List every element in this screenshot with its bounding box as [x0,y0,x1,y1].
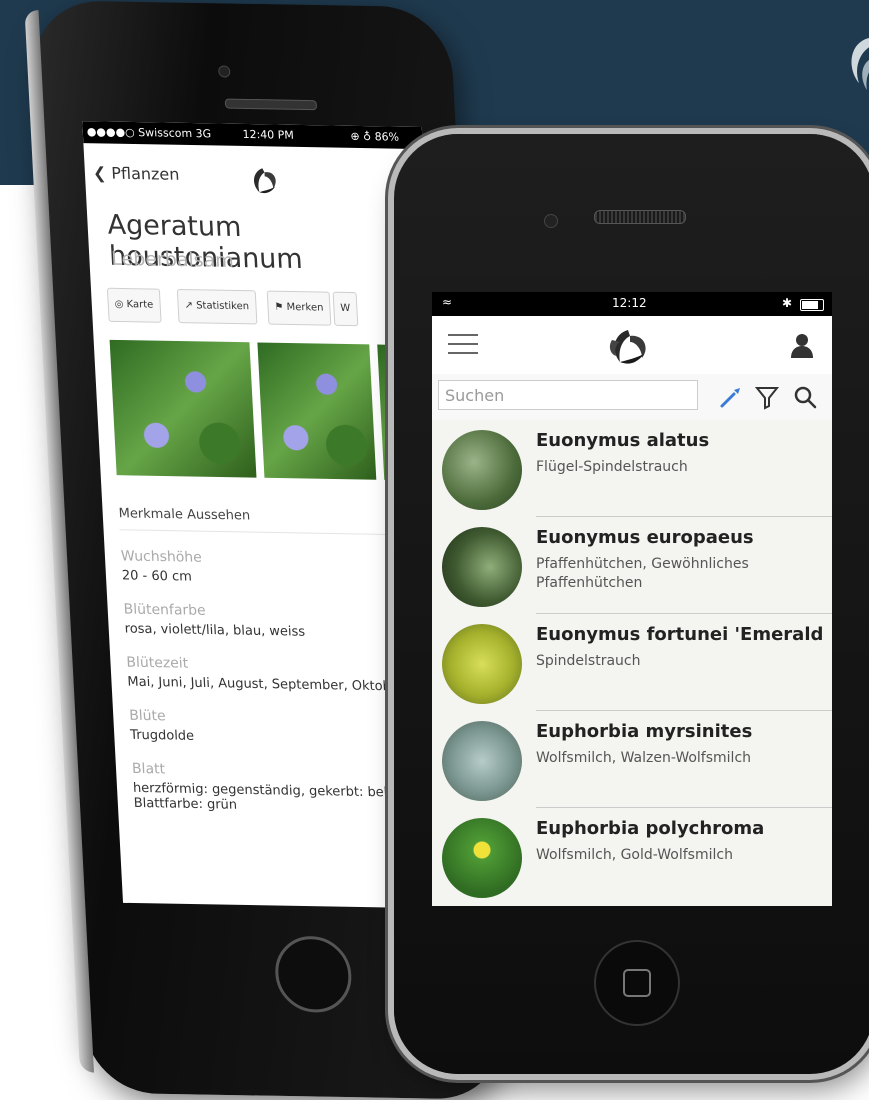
phone-edge [24,9,94,1073]
plant-photo[interactable] [109,339,257,478]
status-time: 12:12 [612,296,647,310]
search-input[interactable] [438,380,698,410]
list-item[interactable]: Euonymus alatus Flügel-Spindelstrauch [432,420,832,517]
plant-photo[interactable] [257,342,377,480]
search-icon[interactable] [792,384,818,410]
plant-common-name: Wolfsmilch, Gold-Wolfsmilch [536,847,733,863]
plant-thumbnail [442,527,522,607]
plant-common-name: Pfaffenhütchen, Gewöhnliches Pfaffenhütc… [536,556,749,591]
plant-common-name: Leberbalsam [110,247,235,272]
search-bar [432,374,832,421]
status-bar: ●●●●○ Swisscom 3G 12:40 PM ⊕ ♁ 86% [82,121,423,150]
map-icon: ◎ [114,298,127,311]
bluetooth-icon: ✱ [781,296,792,310]
plant-common-name: Spindelstrauch [536,653,641,669]
plant-latin-name: Euonymus europaeus [536,527,754,548]
nav-bar: ❮ Pflanzen [84,147,426,203]
app-header [432,316,832,375]
chart-icon: ↗ [184,300,197,312]
status-time: 12:40 PM [242,127,295,142]
property-label: Wuchshöhe [120,548,203,566]
list-item[interactable]: Euphorbia polychroma Wolfsmilch, Gold-Wo… [432,808,832,905]
plant-latin-name: Euphorbia polychroma [536,818,765,839]
home-button[interactable] [594,940,680,1026]
leaf-logo-icon [254,168,276,194]
plant-latin-name: Euphorbia myrsinites [536,721,753,742]
battery-label: ⊕ ♁ 86% [350,129,400,144]
statistics-tab[interactable]: ↗ Statistiken [176,288,257,325]
plant-thumbnail [442,624,522,704]
plant-thumbnail [442,721,522,801]
wifi-icon: ≈ [442,295,453,309]
leaf-logo-icon [609,330,646,364]
plant-thumbnail [442,818,522,898]
bookmark-tab[interactable]: ⚑ Merken [266,290,332,326]
plant-list: Euonymus alatus Flügel-Spindelstrauch Eu… [432,420,832,906]
front-camera [217,65,231,78]
front-phone: ≈ 12:12 ✱ Suchen Euonymus alatus Flügel-… [394,134,869,1074]
map-tab[interactable]: ◎ Karte [106,287,162,323]
plant-thumbnail [442,430,522,510]
filter-icon[interactable] [754,384,780,410]
plant-latin-name: Euonymus alatus [536,430,710,451]
home-square-icon [623,969,651,997]
earpiece-speaker [224,98,318,111]
chevron-left-icon: ❮ [92,163,112,183]
list-item[interactable]: Euonymus europaeus Pfaffenhütchen, Gewöh… [432,517,832,614]
user-icon[interactable] [790,332,814,358]
action-tabs: ◎ Karte ↗ Statistiken ⚑ Merken W [106,287,359,327]
wikipedia-tab[interactable]: W [332,291,359,327]
home-button[interactable] [273,935,354,1014]
shovel-icon[interactable] [718,384,744,410]
list-item[interactable]: Euphorbia myrsinites Wolfsmilch, Walzen-… [432,711,832,808]
flag-icon: ⚑ [274,301,287,313]
plant-list-screen: ≈ 12:12 ✱ Suchen Euonymus alatus Flügel-… [432,292,832,906]
front-camera [544,214,558,228]
status-bar: ≈ 12:12 ✱ [432,292,832,316]
menu-icon[interactable] [448,334,478,356]
plant-common-name: Wolfsmilch, Walzen-Wolfsmilch [536,750,752,766]
battery-icon [800,299,824,311]
back-button[interactable]: ❮ Pflanzen [92,163,179,184]
leaf-logo-icon [851,38,869,90]
plant-common-name: Flügel-Spindelstrauch [536,459,688,475]
carrier-label: ●●●●○ Swisscom 3G [86,125,212,141]
back-label: Pflanzen [110,163,180,184]
plant-latin-name: Euonymus fortunei 'Emerald [536,624,824,645]
properties-header: Merkmale Aussehen [117,500,440,536]
list-item[interactable]: Euonymus fortunei 'Emerald Spindelstrauc… [432,614,832,711]
earpiece-speaker [594,210,686,224]
